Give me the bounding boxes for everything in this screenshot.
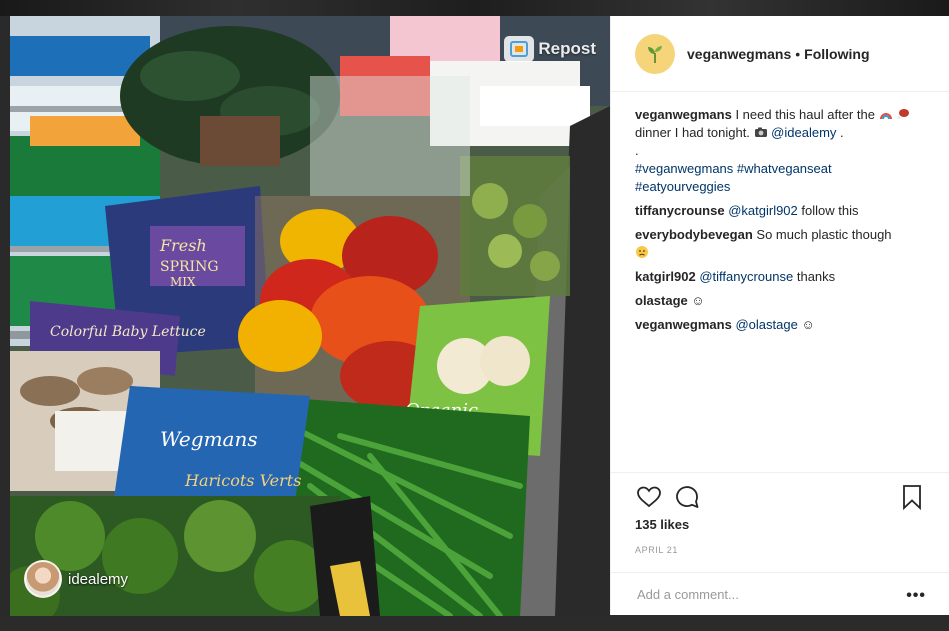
comment-text: ☺ bbox=[801, 317, 815, 332]
action-bar bbox=[635, 483, 926, 511]
comment-mention[interactable]: @tiffanycrounse bbox=[699, 269, 793, 284]
post-caption: veganwegmans I need this haul after the … bbox=[635, 106, 925, 196]
comment-item: tiffanycrounse @katgirl902 follow this bbox=[635, 202, 925, 220]
more-options-icon[interactable]: ••• bbox=[906, 587, 926, 605]
hashtag-eatyourveggies[interactable]: #eatyourveggies bbox=[635, 179, 730, 194]
repost-badge: Repost bbox=[504, 36, 596, 62]
post-photo[interactable]: Fresh SPRING MIX Colorful Baby Lettuce O… bbox=[10, 16, 610, 616]
comment-username[interactable]: katgirl902 bbox=[635, 269, 696, 284]
comment-username[interactable]: olastage bbox=[635, 293, 688, 308]
comment-text: follow this bbox=[801, 203, 859, 218]
svg-text:MIX: MIX bbox=[170, 275, 196, 289]
header-separator: • bbox=[795, 45, 801, 62]
comment-item: veganwegmans @olastage ☺ bbox=[635, 316, 925, 334]
worried-face-icon bbox=[636, 246, 648, 258]
follow-status-button[interactable]: Following bbox=[804, 46, 869, 62]
repost-icon bbox=[504, 36, 535, 62]
comment-mention[interactable]: @katgirl902 bbox=[728, 203, 798, 218]
grocery-photo-illustration: Fresh SPRING MIX Colorful Baby Lettuce O… bbox=[10, 16, 610, 616]
post-header: veganwegmans • Following bbox=[611, 16, 949, 92]
heart-icon[interactable] bbox=[635, 483, 663, 511]
credit-username: idealemy bbox=[68, 570, 129, 588]
avatar[interactable] bbox=[635, 33, 675, 74]
hashtag-veganwegmans[interactable]: #veganwegmans bbox=[635, 161, 733, 176]
post-date[interactable]: APRIL 21 bbox=[635, 545, 678, 555]
svg-text:Wegmans: Wegmans bbox=[160, 427, 258, 451]
svg-text:SPRING: SPRING bbox=[160, 259, 219, 275]
caption-dot-line: . bbox=[635, 143, 639, 158]
credit-avatar bbox=[24, 560, 62, 598]
comment-text: ☺ bbox=[691, 293, 705, 308]
backdrop-top-strip bbox=[0, 0, 949, 16]
comment-username[interactable]: tiffanycrounse bbox=[635, 203, 725, 218]
post-actions-section: 135 likes APRIL 21 bbox=[611, 472, 949, 555]
caption-text-b: dinner I had tonight. bbox=[635, 125, 750, 140]
comment-text: thanks bbox=[796, 269, 836, 284]
post-side-panel: veganwegmans • Following veganwegmans I … bbox=[610, 16, 949, 615]
caption-mention[interactable]: @idealemy bbox=[771, 125, 836, 140]
comments-list: veganwegmans I need this haul after the … bbox=[635, 106, 925, 340]
comment-item: everybodybevegan So much plastic though bbox=[635, 226, 925, 262]
svg-text:Fresh: Fresh bbox=[159, 236, 207, 255]
photo-credit: idealemy bbox=[24, 560, 128, 598]
add-comment-input[interactable] bbox=[635, 583, 879, 605]
likes-count[interactable]: 135 likes bbox=[635, 517, 689, 532]
svg-text:Haricots Verts: Haricots Verts bbox=[184, 471, 301, 490]
comment-username[interactable]: veganwegmans bbox=[635, 107, 732, 122]
repost-label: Repost bbox=[538, 39, 596, 58]
post-author-username[interactable]: veganwegmans bbox=[687, 46, 791, 62]
svg-text:Colorful Baby Lettuce: Colorful Baby Lettuce bbox=[50, 324, 206, 340]
comment-text: So much plastic though bbox=[756, 227, 892, 242]
caption-text-a: I need this haul after the bbox=[735, 107, 875, 122]
meat-on-bone-icon bbox=[897, 109, 910, 119]
comment-mention[interactable]: @olastage bbox=[735, 317, 797, 332]
comment-username[interactable]: veganwegmans bbox=[635, 317, 732, 332]
comment-icon[interactable] bbox=[673, 483, 701, 511]
comment-item: olastage ☺ bbox=[635, 292, 925, 310]
sprout-logo-icon bbox=[648, 45, 662, 63]
backdrop-bottom-strip bbox=[0, 615, 949, 631]
rainbow-icon bbox=[879, 113, 892, 120]
add-comment-section: ••• bbox=[611, 572, 949, 616]
camera-icon bbox=[754, 127, 767, 137]
comment-username[interactable]: everybodybevegan bbox=[635, 227, 753, 242]
comment-item: katgirl902 @tiffanycrounse thanks bbox=[635, 268, 925, 286]
bookmark-icon[interactable] bbox=[898, 483, 926, 511]
caption-end: . bbox=[840, 125, 844, 140]
hashtag-whatveganseat[interactable]: #whatveganseat bbox=[737, 161, 832, 176]
